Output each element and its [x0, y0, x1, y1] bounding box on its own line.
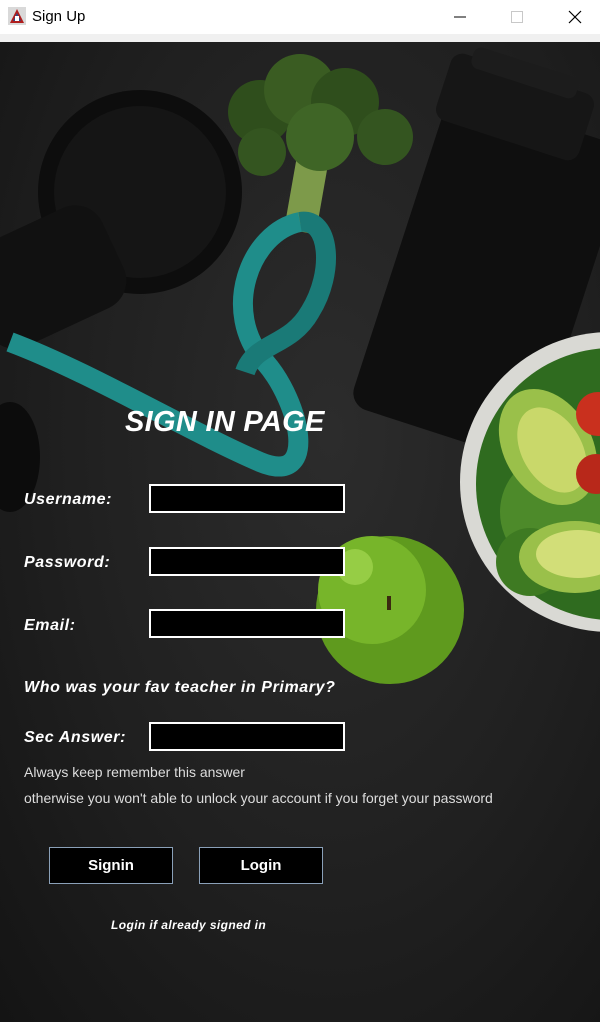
- close-icon: [568, 10, 582, 24]
- signup-panel: SIGN IN PAGE Username: Password: Email: …: [0, 42, 600, 1022]
- username-label: Username:: [24, 491, 113, 508]
- window-title: Sign Up: [32, 8, 86, 25]
- minimize-button[interactable]: [437, 0, 483, 34]
- password-input[interactable]: [149, 547, 345, 576]
- login-hint: Login if already signed in: [111, 918, 267, 932]
- app-icon: [8, 7, 26, 25]
- security-question-label: Who was your fav teacher in Primary?: [24, 679, 336, 696]
- broccoli-image: [228, 54, 413, 235]
- signin-button[interactable]: Signin: [49, 847, 173, 884]
- username-input[interactable]: [149, 484, 345, 513]
- email-label: Email:: [24, 617, 76, 634]
- close-button[interactable]: [552, 0, 598, 34]
- maximize-button[interactable]: [494, 0, 540, 34]
- window-title-bar: Sign Up: [0, 0, 600, 35]
- login-button[interactable]: Login: [199, 847, 323, 884]
- password-label: Password:: [24, 554, 111, 571]
- maximize-icon: [511, 11, 523, 23]
- window-frame-strip: [0, 34, 600, 42]
- dumbbell-image: [0, 90, 242, 512]
- page-title: SIGN IN PAGE: [125, 406, 325, 438]
- sec-answer-input[interactable]: [149, 722, 345, 751]
- email-input[interactable]: [149, 609, 345, 638]
- note-line-2: otherwise you won't able to unlock your …: [24, 790, 493, 806]
- minimize-icon: [454, 16, 466, 18]
- note-line-1: Always keep remember this answer: [24, 764, 245, 780]
- sec-answer-label: Sec Answer:: [24, 729, 127, 746]
